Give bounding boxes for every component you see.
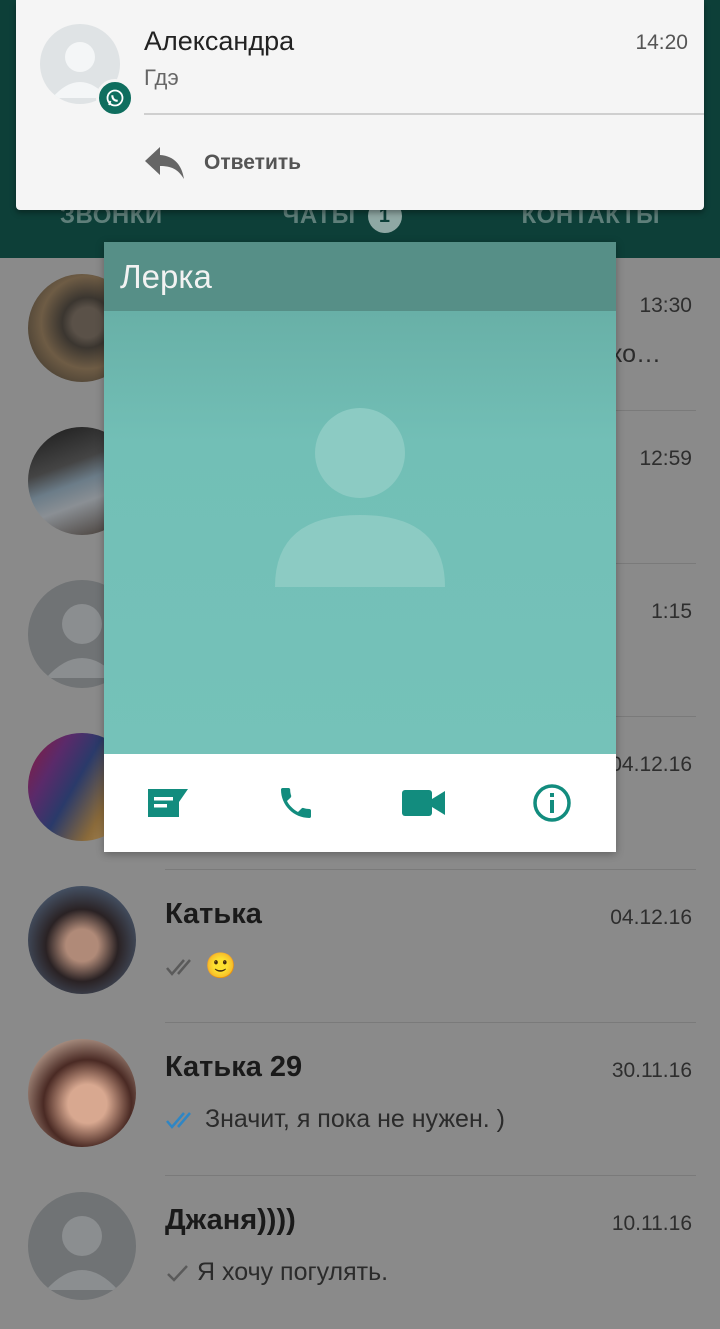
chat-row[interactable]: Джаня)))) 10.11.16 Я хочу погулять. <box>0 1176 720 1329</box>
heads-up-notification[interactable]: Александра 14:20 Гдэ Ответить <box>16 0 704 210</box>
emoji-smile: 🙂 <box>205 952 237 980</box>
notification-time: 14:20 <box>635 31 688 54</box>
video-call-button[interactable] <box>392 771 456 835</box>
default-contact-icon <box>275 408 445 587</box>
contact-quick-view: Лерка <box>104 242 616 852</box>
chat-time: 04.12.16 <box>610 753 692 776</box>
chat-preview: Я хочу погулять. <box>165 1258 388 1287</box>
message-icon <box>148 789 188 817</box>
contact-photo[interactable] <box>104 242 616 754</box>
contact-info-button[interactable] <box>520 771 584 835</box>
chat-preview: 🙂 <box>165 952 242 981</box>
voice-call-button[interactable] <box>264 771 328 835</box>
double-check-read-icon <box>166 1111 191 1129</box>
popup-action-bar <box>104 754 616 852</box>
chat-name: Катька <box>165 898 262 930</box>
popup-title-bar: Лерка <box>104 242 616 311</box>
default-avatar-icon <box>46 1216 118 1290</box>
chat-row[interactable]: Катька 04.12.16 🙂 <box>0 870 720 1023</box>
avatar[interactable] <box>28 1192 136 1300</box>
info-icon <box>533 784 571 822</box>
phone-icon <box>281 788 311 818</box>
divider <box>144 113 704 115</box>
chat-preview-text: Я хочу погулять. <box>197 1258 389 1286</box>
reply-button[interactable]: Ответить <box>144 138 301 188</box>
chat-time: 12:59 <box>639 447 692 470</box>
chat-preview: Значит, я пока не нужен. ) <box>165 1105 505 1134</box>
chat-time: 13:30 <box>639 294 692 317</box>
double-check-icon <box>166 958 191 976</box>
chat-time: 1:15 <box>651 600 692 623</box>
chat-time: 10.11.16 <box>611 1212 692 1235</box>
chat-name: Катька 29 <box>165 1051 303 1083</box>
chat-row[interactable]: Катька 29 30.11.16 Значит, я пока не нуж… <box>0 1023 720 1176</box>
contact-name: Лерка <box>120 258 212 295</box>
chat-time: 30.11.16 <box>611 1059 692 1082</box>
chat-time: 04.12.16 <box>610 906 692 929</box>
chat-preview-text: Значит, я пока не нужен. ) <box>205 1105 505 1133</box>
whatsapp-icon <box>96 79 134 117</box>
avatar[interactable] <box>28 886 136 994</box>
video-call-icon <box>402 790 445 816</box>
reply-label: Ответить <box>204 151 302 174</box>
avatar[interactable] <box>28 1039 136 1147</box>
notification-sender: Александра <box>144 26 295 56</box>
reply-icon <box>145 147 184 179</box>
notification-message: Гдэ <box>144 65 179 90</box>
chat-name: Джаня)))) <box>165 1204 296 1236</box>
message-button[interactable] <box>136 771 200 835</box>
